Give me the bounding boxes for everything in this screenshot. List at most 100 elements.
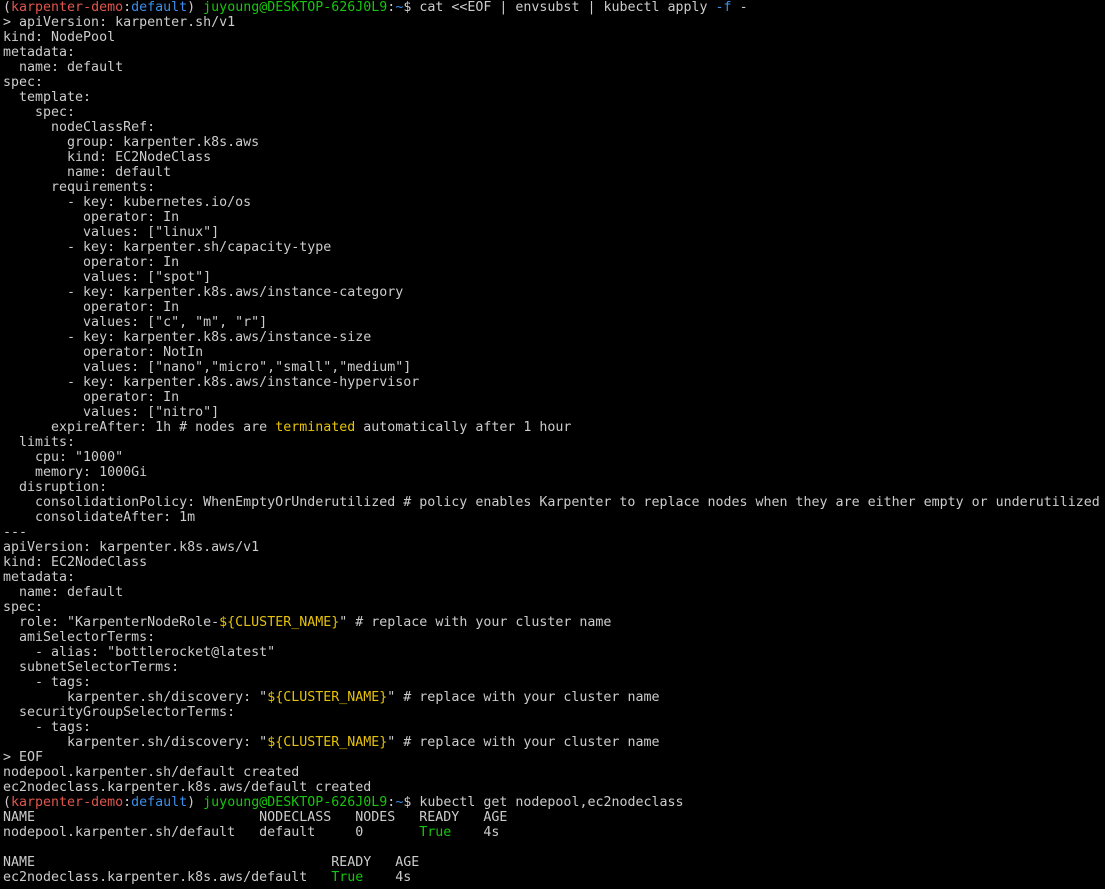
terminal-line: kind: EC2NodeClass xyxy=(3,555,1105,570)
terminal-line: > apiVersion: karpenter.sh/v1 xyxy=(3,15,1105,30)
terminal-text: nodepool.karpenter.sh/default created xyxy=(3,765,300,780)
terminal-text: " # replace with your cluster name xyxy=(387,735,660,750)
terminal-text: - key: kubernetes.io/os xyxy=(3,195,252,210)
terminal-line: kind: NodePool xyxy=(3,30,1105,45)
terminal-line: nodepool.karpenter.sh/default default 0 … xyxy=(3,825,1105,840)
terminal-text: NAME NODECLASS NODES READY AGE xyxy=(3,810,508,825)
terminal-text: karpenter.sh/discovery: " xyxy=(3,735,268,750)
terminal-text: consolidateAfter: 1m xyxy=(3,510,196,525)
terminal-line: operator: In xyxy=(3,255,1105,270)
terminal-line: kind: EC2NodeClass xyxy=(3,150,1105,165)
terminal-line: securityGroupSelectorTerms: xyxy=(3,705,1105,720)
terminal-line: ec2nodeclass.karpenter.k8s.aws/default c… xyxy=(3,780,1105,795)
terminal-text: $ cat <<EOF | envsubst | kubectl apply xyxy=(403,0,716,15)
terminal-text: ec2nodeclass.karpenter.k8s.aws/default c… xyxy=(3,780,372,795)
terminal-line: karpenter.sh/discovery: "${CLUSTER_NAME}… xyxy=(3,690,1105,705)
terminal-text: -f xyxy=(715,0,732,15)
terminal-line: values: ["linux"] xyxy=(3,225,1105,240)
terminal-text: spec: xyxy=(3,600,44,615)
terminal-text: values: ["linux"] xyxy=(3,225,220,240)
terminal-text: ( xyxy=(3,0,12,15)
terminal-text: ${CLUSTER_NAME} xyxy=(267,690,388,705)
terminal-line: (karpenter-demo:default) juyoung@DESKTOP… xyxy=(3,0,1105,15)
terminal-text: values: ["c", "m", "r"] xyxy=(3,315,268,330)
terminal-text: juyoung@DESKTOP-626J0L9 xyxy=(203,795,388,810)
terminal-line: NAME READY AGE xyxy=(3,855,1105,870)
terminal-line: nodepool.karpenter.sh/default created xyxy=(3,765,1105,780)
terminal-text: subnetSelectorTerms: xyxy=(3,660,180,675)
terminal-text: operator: In xyxy=(3,255,180,270)
terminal-text: : xyxy=(123,795,132,810)
terminal-line: template: xyxy=(3,90,1105,105)
terminal-text: operator: In xyxy=(3,300,180,315)
terminal-text: 4s xyxy=(451,825,500,840)
terminal-text: default xyxy=(131,795,188,810)
terminal-text: " # replace with your cluster name xyxy=(387,690,660,705)
terminal-text: > EOF xyxy=(3,750,44,765)
terminal-text: kind: EC2NodeClass xyxy=(3,150,212,165)
terminal-text: disruption: xyxy=(3,480,108,495)
terminal-text: nodeClassRef: xyxy=(3,120,156,135)
terminal-line: - key: kubernetes.io/os xyxy=(3,195,1105,210)
terminal-line: - tags: xyxy=(3,720,1105,735)
terminal-text: spec: xyxy=(3,105,76,120)
terminal-text: securityGroupSelectorTerms: xyxy=(3,705,236,720)
terminal-text: - xyxy=(731,0,748,15)
terminal-text: ) xyxy=(187,0,204,15)
terminal-line: role: "KarpenterNodeRole-${CLUSTER_NAME}… xyxy=(3,615,1105,630)
terminal-line: spec: xyxy=(3,75,1105,90)
terminal-line: name: default xyxy=(3,585,1105,600)
terminal-text: > apiVersion: karpenter.sh/v1 xyxy=(3,15,236,30)
terminal-text: requirements: xyxy=(3,180,156,195)
terminal-text: ) xyxy=(187,795,204,810)
terminal-output[interactable]: (karpenter-demo:default) juyoung@DESKTOP… xyxy=(3,0,1105,885)
terminal-text: nodepool.karpenter.sh/default default 0 xyxy=(3,825,420,840)
terminal-text: --- xyxy=(3,525,28,540)
terminal-text: group: karpenter.k8s.aws xyxy=(3,135,260,150)
terminal-line: consolidateAfter: 1m xyxy=(3,510,1105,525)
terminal-text: consolidationPolicy: WhenEmptyOrUnderuti… xyxy=(3,495,1100,510)
terminal-text: NAME READY AGE xyxy=(3,855,420,870)
terminal-line: spec: xyxy=(3,105,1105,120)
terminal-text: name: default xyxy=(3,60,124,75)
terminal-line: values: ["nano","micro","small","medium"… xyxy=(3,360,1105,375)
terminal-text: values: ["nitro"] xyxy=(3,405,220,420)
terminal-line: - key: karpenter.k8s.aws/instance-catego… xyxy=(3,285,1105,300)
terminal-text: True xyxy=(419,825,452,840)
terminal-text: name: default xyxy=(3,165,172,180)
terminal-text: operator: NotIn xyxy=(3,345,204,360)
terminal-line: metadata: xyxy=(3,45,1105,60)
terminal-line: cpu: "1000" xyxy=(3,450,1105,465)
terminal-text: - alias: "bottlerocket@latest" xyxy=(3,645,276,660)
terminal-line: name: default xyxy=(3,165,1105,180)
terminal-line: subnetSelectorTerms: xyxy=(3,660,1105,675)
terminal-text: - tags: xyxy=(3,675,92,690)
terminal-text: ${CLUSTER_NAME} xyxy=(267,735,388,750)
terminal-text: - key: karpenter.k8s.aws/instance-hyperv… xyxy=(3,375,420,390)
terminal-line: name: default xyxy=(3,60,1105,75)
terminal-line: expireAfter: 1h # nodes are terminated a… xyxy=(3,420,1105,435)
terminal-text: karpenter.sh/discovery: " xyxy=(3,690,268,705)
terminal-line: (karpenter-demo:default) juyoung@DESKTOP… xyxy=(3,795,1105,810)
terminal-text: - key: karpenter.sh/capacity-type xyxy=(3,240,332,255)
terminal-line: consolidationPolicy: WhenEmptyOrUnderuti… xyxy=(3,495,1105,510)
terminal-text: kind: NodePool xyxy=(3,30,116,45)
terminal-text: True xyxy=(331,870,364,885)
terminal-text: juyoung@DESKTOP-626J0L9 xyxy=(203,0,388,15)
terminal-text: - key: karpenter.k8s.aws/instance-catego… xyxy=(3,285,404,300)
terminal-line: - key: karpenter.k8s.aws/instance-hyperv… xyxy=(3,375,1105,390)
terminal-text: metadata: xyxy=(3,45,76,60)
terminal-line: limits: xyxy=(3,435,1105,450)
terminal-line: memory: 1000Gi xyxy=(3,465,1105,480)
terminal-line: operator: In xyxy=(3,300,1105,315)
terminal-text: amiSelectorTerms: xyxy=(3,630,156,645)
terminal-line: NAME NODECLASS NODES READY AGE xyxy=(3,810,1105,825)
terminal-text: $ kubectl get nodepool,ec2nodeclass xyxy=(403,795,684,810)
terminal-line: group: karpenter.k8s.aws xyxy=(3,135,1105,150)
terminal-text: default xyxy=(131,0,188,15)
terminal-text: template: xyxy=(3,90,92,105)
terminal-text: apiVersion: karpenter.k8s.aws/v1 xyxy=(3,540,260,555)
terminal-text: karpenter-demo xyxy=(11,0,124,15)
terminal-text: 4s xyxy=(363,870,412,885)
